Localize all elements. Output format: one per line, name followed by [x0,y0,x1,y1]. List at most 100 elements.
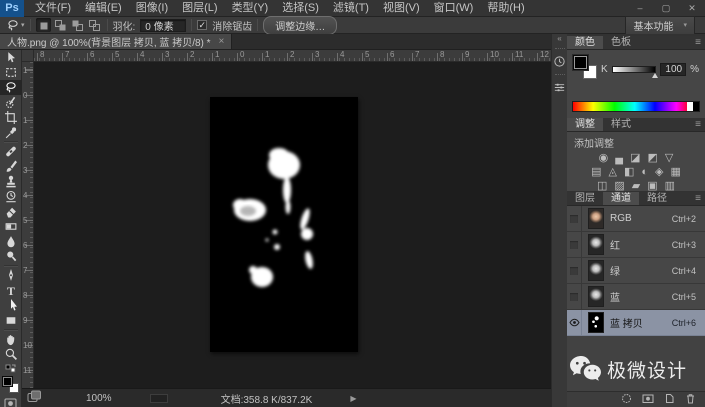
posterize-icon[interactable]: ▨ [614,179,624,193]
rectangular-marquee-tool[interactable] [0,65,22,80]
close-button[interactable]: ✕ [679,0,705,17]
menu-item[interactable]: 滤镜(T) [326,0,376,17]
minimize-button[interactable]: – [627,0,653,17]
visibility-toggle[interactable] [567,232,582,258]
lasso-tool-preset-icon[interactable]: ▾ [6,19,25,32]
k-value-field[interactable]: 100 [660,63,686,76]
tab-通道[interactable]: 通道 [603,192,639,205]
delete-channel-icon[interactable] [685,393,696,407]
refine-edge-button[interactable]: 调整边缘… [263,16,337,35]
tab-图层[interactable]: 图层 [567,192,603,205]
document-tab[interactable]: 人物.png @ 100%(背景图层 拷贝, 蓝 拷贝/8) * × [0,34,232,49]
antialias-checkbox[interactable]: ✓ [197,20,207,30]
k-channel-slider[interactable] [612,66,656,73]
channel-row-蓝[interactable]: 蓝Ctrl+5 [567,284,705,310]
visibility-toggle[interactable] [567,310,582,336]
shape-tool[interactable] [0,313,22,328]
workspace-switcher[interactable]: 基本功能 ▾ [625,16,695,35]
tab-色板[interactable]: 色板 [603,36,639,49]
pen-tool[interactable] [0,268,22,283]
type-tool[interactable]: T [0,283,22,298]
channel-row-RGB[interactable]: RGBCtrl+2 [567,206,705,232]
visibility-toggle[interactable] [567,258,582,284]
panel-menu-icon[interactable]: ≡ [691,118,705,131]
exposure-icon[interactable]: ◩ [647,151,657,165]
eyedropper-tool[interactable] [0,125,22,140]
tab-颜色[interactable]: 颜色 [567,36,603,49]
black-swatch[interactable] [693,102,699,111]
vertical-ruler[interactable]: 101234567891011 [22,62,34,388]
intersect-selection-icon[interactable] [87,18,102,32]
foreground-color-swatch[interactable] [573,55,588,70]
new-selection-icon[interactable] [36,18,51,32]
save-selection-as-channel-icon[interactable] [642,393,654,407]
history-brush-tool[interactable] [0,189,22,204]
clone-stamp-tool[interactable] [0,174,22,189]
color-spectrum-ramp[interactable] [572,101,700,112]
history-panel-icon[interactable] [552,53,567,70]
threshold-icon[interactable]: ▰ [632,179,640,193]
menu-item[interactable]: 帮助(H) [480,0,531,17]
color-balance-icon[interactable]: ◬ [609,165,617,179]
invert-icon[interactable]: ◫ [597,179,607,193]
properties-panel-icon[interactable] [552,79,567,96]
slider-marker[interactable] [652,73,658,78]
panel-menu-icon[interactable]: ≡ [691,192,705,205]
tab-close-icon[interactable]: × [219,36,225,47]
channel-row-蓝 拷贝[interactable]: 蓝 拷贝Ctrl+6 [567,310,705,336]
status-flyout-icon[interactable]: ▶ [350,394,356,403]
spot-healing-tool[interactable] [0,144,22,159]
color-swatches[interactable] [2,376,19,393]
expand-dock-icon[interactable]: « [557,34,561,44]
menu-item[interactable]: 窗口(W) [427,0,481,17]
dock-drag-handle[interactable] [555,74,565,77]
black-white-icon[interactable]: ◧ [624,165,634,179]
subtract-from-selection-icon[interactable] [70,18,85,32]
quick-selection-tool[interactable] [0,95,22,110]
add-to-selection-icon[interactable] [53,18,68,32]
tab-路径[interactable]: 路径 [639,192,675,205]
vibrance-icon[interactable]: ▽ [665,151,673,165]
foreground-color-swatch[interactable] [2,376,13,387]
menu-item[interactable]: 类型(Y) [225,0,276,17]
zoom-tool[interactable] [0,347,22,362]
ruler-origin-corner[interactable] [22,50,34,62]
panel-color-swatches[interactable] [573,55,597,79]
hand-tool[interactable] [0,332,22,347]
visibility-toggle[interactable] [567,284,582,310]
panel-menu-icon[interactable]: ≡ [691,36,705,49]
menu-item[interactable]: 图层(L) [175,0,224,17]
hue-saturation-icon[interactable]: ▤ [591,165,601,179]
lasso-tool[interactable] [0,80,22,95]
tab-样式[interactable]: 样式 [603,118,639,131]
layers-stack-icon[interactable] [27,390,42,406]
maximize-button[interactable]: ▢ [653,0,679,17]
menu-item[interactable]: 图像(I) [129,0,175,17]
channel-row-绿[interactable]: 绿Ctrl+4 [567,258,705,284]
menu-item[interactable]: 选择(S) [275,0,326,17]
photo-filter-icon[interactable]: ◐ [641,165,648,179]
menu-item[interactable]: 视图(V) [376,0,427,17]
dock-drag-handle[interactable] [555,48,565,51]
gradient-tool[interactable] [0,219,22,234]
blur-tool[interactable] [0,234,22,249]
menu-item[interactable]: 文件(F) [28,0,78,17]
levels-icon[interactable]: ▄ [615,151,623,165]
brush-tool[interactable] [0,159,22,174]
swap-colors-icon[interactable] [5,364,17,374]
curves-icon[interactable]: ◪ [630,151,640,165]
tool-preset-dropdown-icon[interactable]: ▾ [21,21,25,29]
menu-item[interactable]: 编辑(E) [78,0,129,17]
dodge-tool[interactable] [0,249,22,264]
canvas-document[interactable] [210,97,358,352]
channel-row-红[interactable]: 红Ctrl+3 [567,232,705,258]
new-channel-icon[interactable] [664,393,675,407]
feather-input[interactable]: 0 像素 [140,19,186,32]
horizontal-ruler[interactable]: 876543210123456789101112 [34,50,551,62]
gradient-map-icon[interactable]: ▥ [665,179,675,193]
path-selection-tool[interactable] [0,298,22,313]
crop-tool[interactable] [0,110,22,125]
channel-mixer-icon[interactable]: ◈ [655,165,663,179]
quick-mask-button[interactable] [0,396,22,407]
selective-color-icon[interactable]: ▣ [647,179,657,193]
